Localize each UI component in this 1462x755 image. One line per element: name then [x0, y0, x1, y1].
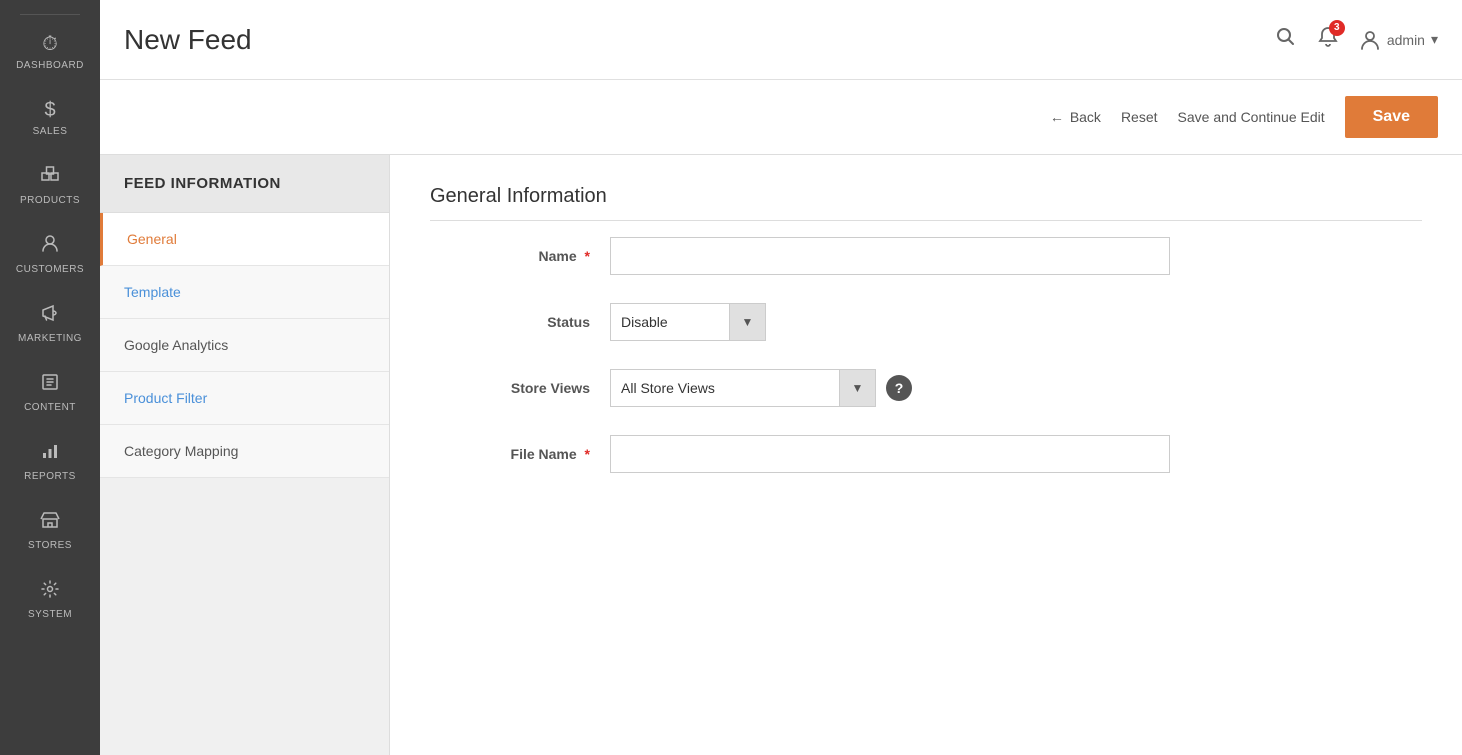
- save-continue-button[interactable]: Save and Continue Edit: [1178, 109, 1325, 125]
- sidebar-item-label: PRODUCTS: [20, 195, 80, 206]
- nav-item-category-mapping[interactable]: Category Mapping: [100, 425, 389, 478]
- back-arrow-icon: ←: [1050, 109, 1064, 125]
- left-nav: FEED INFORMATION General Template Google…: [100, 155, 390, 755]
- sidebar-item-label: DASHBOARD: [16, 60, 84, 71]
- status-field-row: Status Disable Enable ▼: [430, 303, 1422, 341]
- save-label: Save: [1373, 108, 1410, 125]
- nav-item-general[interactable]: General: [100, 213, 389, 266]
- sidebar-item-sales[interactable]: $ SALES: [0, 85, 100, 151]
- name-field-row: Name *: [430, 237, 1422, 275]
- sidebar-top-divider: [20, 14, 80, 15]
- status-label: Status: [430, 314, 590, 330]
- file-name-label: File Name *: [430, 446, 590, 462]
- file-name-input[interactable]: [610, 435, 1170, 473]
- sidebar-item-stores[interactable]: STORES: [0, 496, 100, 565]
- sidebar-item-label: SYSTEM: [28, 609, 72, 620]
- store-views-select-group: All Store Views ▼: [610, 369, 876, 407]
- file-name-required-star: *: [585, 446, 590, 462]
- stores-icon: [40, 510, 60, 536]
- back-button[interactable]: ← Back: [1050, 109, 1101, 125]
- notification-count: 3: [1329, 20, 1345, 36]
- form-section-title: General Information: [430, 185, 1422, 221]
- sidebar-item-products[interactable]: PRODUCTS: [0, 151, 100, 220]
- store-views-field-row: Store Views All Store Views ▼ ?: [430, 369, 1422, 407]
- nav-item-category-mapping-label: Category Mapping: [124, 443, 238, 459]
- sidebar-item-customers[interactable]: CUSTOMERS: [0, 220, 100, 289]
- name-input[interactable]: [610, 237, 1170, 275]
- sidebar-item-label: REPORTS: [24, 471, 76, 482]
- nav-item-google-analytics[interactable]: Google Analytics: [100, 319, 389, 372]
- main-content: New Feed 3 admin ▾ ← Back Reset Save a: [100, 0, 1462, 755]
- reset-label: Reset: [1121, 109, 1158, 125]
- sales-icon: $: [44, 99, 55, 122]
- left-nav-header: FEED INFORMATION: [100, 155, 389, 213]
- nav-item-google-analytics-label: Google Analytics: [124, 337, 228, 353]
- user-name: admin: [1387, 32, 1425, 48]
- nav-item-general-label: General: [127, 231, 177, 247]
- reset-button[interactable]: Reset: [1121, 109, 1158, 125]
- store-views-help-icon[interactable]: ?: [886, 375, 912, 401]
- sidebar-item-label: STORES: [28, 540, 72, 551]
- sidebar: ⏱ DASHBOARD $ SALES PRODUCTS CUSTOMERS M…: [0, 0, 100, 755]
- save-button[interactable]: Save: [1345, 96, 1438, 138]
- page-title: New Feed: [124, 24, 252, 56]
- sidebar-item-label: CUSTOMERS: [16, 264, 84, 275]
- save-continue-label: Save and Continue Edit: [1178, 109, 1325, 125]
- user-dropdown-icon: ▾: [1431, 31, 1438, 48]
- status-select-wrapper: Disable Enable ▼: [610, 303, 766, 341]
- action-bar: ← Back Reset Save and Continue Edit Save: [100, 80, 1462, 155]
- sidebar-item-label: MARKETING: [18, 333, 82, 344]
- store-views-select-arrow[interactable]: ▼: [840, 369, 876, 407]
- name-required-star: *: [585, 248, 590, 264]
- user-menu-button[interactable]: admin ▾: [1359, 29, 1438, 51]
- search-button[interactable]: [1275, 26, 1297, 54]
- top-header: New Feed 3 admin ▾: [100, 0, 1462, 80]
- products-icon: [40, 165, 60, 191]
- store-views-wrapper: All Store Views ▼ ?: [610, 369, 912, 407]
- nav-item-product-filter-label: Product Filter: [124, 390, 207, 406]
- gear-icon: [40, 579, 60, 605]
- dashboard-icon: ⏱: [42, 33, 58, 56]
- sidebar-item-dashboard[interactable]: ⏱ DASHBOARD: [0, 19, 100, 85]
- sidebar-item-content[interactable]: CONTENT: [0, 358, 100, 427]
- notification-button[interactable]: 3: [1317, 26, 1339, 54]
- file-name-field-row: File Name *: [430, 435, 1422, 473]
- marketing-icon: [40, 303, 60, 329]
- nav-item-template-label: Template: [124, 284, 181, 300]
- sidebar-item-label: SALES: [33, 126, 68, 137]
- back-label: Back: [1070, 109, 1101, 125]
- customers-icon: [40, 234, 60, 260]
- store-views-label: Store Views: [430, 380, 590, 396]
- reports-icon: [40, 441, 60, 467]
- sidebar-item-marketing[interactable]: MARKETING: [0, 289, 100, 358]
- content-area: FEED INFORMATION General Template Google…: [100, 155, 1462, 755]
- status-select-arrow[interactable]: ▼: [730, 303, 766, 341]
- sidebar-item-system[interactable]: SYSTEM: [0, 565, 100, 634]
- content-icon: [40, 372, 60, 398]
- sidebar-item-reports[interactable]: REPORTS: [0, 427, 100, 496]
- sidebar-item-label: CONTENT: [24, 402, 76, 413]
- name-label: Name *: [430, 248, 590, 264]
- form-area: General Information Name * Status Disabl…: [390, 155, 1462, 755]
- header-right: 3 admin ▾: [1275, 26, 1438, 54]
- store-views-select[interactable]: All Store Views: [610, 369, 840, 407]
- status-select[interactable]: Disable Enable: [610, 303, 730, 341]
- nav-item-product-filter[interactable]: Product Filter: [100, 372, 389, 425]
- nav-item-template[interactable]: Template: [100, 266, 389, 319]
